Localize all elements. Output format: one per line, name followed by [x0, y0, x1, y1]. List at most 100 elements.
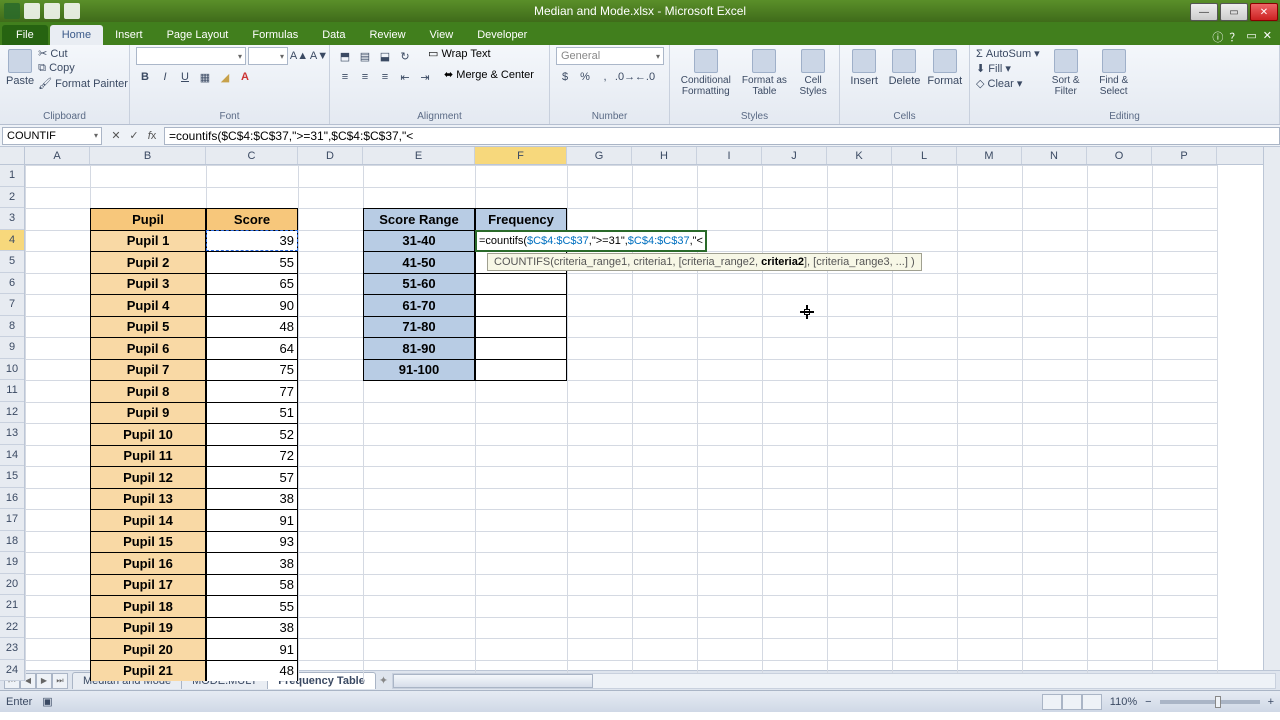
- cell-B24[interactable]: Pupil 21: [90, 660, 206, 682]
- cell-C17[interactable]: 91: [206, 509, 298, 532]
- col-header-I[interactable]: I: [697, 147, 762, 164]
- cell-B12[interactable]: Pupil 9: [90, 402, 206, 425]
- cell-B7[interactable]: Pupil 4: [90, 294, 206, 317]
- cell-B22[interactable]: Pupil 19: [90, 617, 206, 640]
- shrink-font-button[interactable]: A▼: [310, 47, 328, 65]
- pagelayout-tab[interactable]: Page Layout: [155, 25, 241, 45]
- column-headers[interactable]: ABCDEFGHIJKLMNOP: [25, 147, 1263, 165]
- underline-button[interactable]: U: [176, 68, 194, 86]
- zoom-slider[interactable]: [1160, 700, 1260, 704]
- col-header-N[interactable]: N: [1022, 147, 1087, 164]
- cell-C9[interactable]: 64: [206, 337, 298, 360]
- comma-button[interactable]: ,: [596, 68, 614, 86]
- cell-styles-button[interactable]: Cell Styles: [793, 47, 833, 97]
- doc-close-icon[interactable]: ✕: [1263, 29, 1272, 45]
- font-name-combo[interactable]: [136, 47, 246, 65]
- border-button[interactable]: ▦: [196, 68, 214, 86]
- col-header-P[interactable]: P: [1152, 147, 1217, 164]
- percent-button[interactable]: %: [576, 68, 594, 86]
- row-header-7[interactable]: 7: [0, 294, 24, 316]
- review-tab[interactable]: Review: [357, 25, 417, 45]
- cell-B15[interactable]: Pupil 12: [90, 466, 206, 489]
- cell-B11[interactable]: Pupil 8: [90, 380, 206, 403]
- cell-F10[interactable]: [475, 359, 567, 382]
- cell-B17[interactable]: Pupil 14: [90, 509, 206, 532]
- col-header-L[interactable]: L: [892, 147, 957, 164]
- cell-B19[interactable]: Pupil 16: [90, 552, 206, 575]
- row-header-23[interactable]: 23: [0, 638, 24, 660]
- page-break-view-button[interactable]: [1082, 694, 1102, 710]
- redo-icon[interactable]: [64, 3, 80, 19]
- row-header-17[interactable]: 17: [0, 509, 24, 531]
- zoom-in-button[interactable]: +: [1268, 696, 1274, 708]
- insert-tab[interactable]: Insert: [103, 25, 155, 45]
- cancel-formula-icon[interactable]: ✕: [108, 128, 124, 144]
- cell-C3[interactable]: Score: [206, 208, 298, 231]
- decrease-decimal-button[interactable]: ←.0: [636, 68, 654, 86]
- cell-C10[interactable]: 75: [206, 359, 298, 382]
- cell-B23[interactable]: Pupil 20: [90, 638, 206, 661]
- cell-B20[interactable]: Pupil 17: [90, 574, 206, 597]
- row-header-24[interactable]: 24: [0, 660, 24, 682]
- clear-button[interactable]: ◇ Clear ▾: [976, 77, 1040, 90]
- name-box[interactable]: COUNTIF: [2, 127, 102, 145]
- formulas-tab[interactable]: Formulas: [240, 25, 310, 45]
- macro-record-icon[interactable]: ▣: [42, 695, 52, 708]
- cell-C20[interactable]: 58: [206, 574, 298, 597]
- zoom-level[interactable]: 110%: [1110, 696, 1137, 708]
- cell-B5[interactable]: Pupil 2: [90, 251, 206, 274]
- font-size-combo[interactable]: [248, 47, 288, 65]
- row-header-1[interactable]: 1: [0, 165, 24, 187]
- format-cells-button[interactable]: Format: [927, 47, 963, 87]
- currency-button[interactable]: $: [556, 68, 574, 86]
- cell-E4[interactable]: 31-40: [363, 230, 475, 253]
- cell-B6[interactable]: Pupil 3: [90, 273, 206, 296]
- cell-E3[interactable]: Score Range: [363, 208, 475, 231]
- cell-C12[interactable]: 51: [206, 402, 298, 425]
- cell-B10[interactable]: Pupil 7: [90, 359, 206, 382]
- col-header-D[interactable]: D: [298, 147, 363, 164]
- cell-C5[interactable]: 55: [206, 251, 298, 274]
- align-left-button[interactable]: ≡: [336, 68, 354, 86]
- format-painter-button[interactable]: 🖌 Format Painter: [38, 77, 128, 90]
- row-header-19[interactable]: 19: [0, 552, 24, 574]
- cell-E9[interactable]: 81-90: [363, 337, 475, 360]
- insert-cells-button[interactable]: Insert: [846, 47, 882, 87]
- col-header-B[interactable]: B: [90, 147, 206, 164]
- find-select-button[interactable]: Find & Select: [1092, 47, 1136, 97]
- cell-C7[interactable]: 90: [206, 294, 298, 317]
- cell-E6[interactable]: 51-60: [363, 273, 475, 296]
- row-headers[interactable]: 123456789101112131415161718192021222324: [0, 165, 25, 681]
- help-icon[interactable]: ？: [1229, 29, 1240, 45]
- cell-C18[interactable]: 93: [206, 531, 298, 554]
- cell-E8[interactable]: 71-80: [363, 316, 475, 339]
- col-header-G[interactable]: G: [567, 147, 632, 164]
- data-tab[interactable]: Data: [310, 25, 357, 45]
- cell-B3[interactable]: Pupil: [90, 208, 206, 231]
- row-header-6[interactable]: 6: [0, 273, 24, 295]
- row-header-14[interactable]: 14: [0, 445, 24, 467]
- formula-input[interactable]: =countifs($C$4:$C$37,">=31",$C$4:$C$37,"…: [164, 127, 1280, 145]
- cell-C14[interactable]: 72: [206, 445, 298, 468]
- row-header-2[interactable]: 2: [0, 187, 24, 209]
- align-top-button[interactable]: ⬒: [336, 47, 354, 65]
- cell-E7[interactable]: 61-70: [363, 294, 475, 317]
- copy-button[interactable]: ⧉ Copy: [38, 62, 128, 75]
- conditional-formatting-button[interactable]: Conditional Formatting: [676, 47, 736, 97]
- cell-F4-editing[interactable]: =countifs($C$4:$C$37,">=31",$C$4:$C$37,"…: [475, 230, 707, 253]
- cell-B4[interactable]: Pupil 1: [90, 230, 206, 253]
- increase-decimal-button[interactable]: .0→: [616, 68, 634, 86]
- bold-button[interactable]: B: [136, 68, 154, 86]
- cell-C8[interactable]: 48: [206, 316, 298, 339]
- cell-grid[interactable]: PupilScorePupil 139Pupil 255Pupil 365Pup…: [25, 165, 1263, 681]
- increase-indent-button[interactable]: ⇥: [416, 68, 434, 86]
- col-header-F[interactable]: F: [475, 147, 567, 164]
- fill-color-button[interactable]: ◢: [216, 68, 234, 86]
- row-header-20[interactable]: 20: [0, 574, 24, 596]
- row-header-12[interactable]: 12: [0, 402, 24, 424]
- cell-B18[interactable]: Pupil 15: [90, 531, 206, 554]
- cell-B16[interactable]: Pupil 13: [90, 488, 206, 511]
- wrap-text-button[interactable]: ▭ Wrap Text: [428, 47, 491, 65]
- col-header-O[interactable]: O: [1087, 147, 1152, 164]
- cell-B13[interactable]: Pupil 10: [90, 423, 206, 446]
